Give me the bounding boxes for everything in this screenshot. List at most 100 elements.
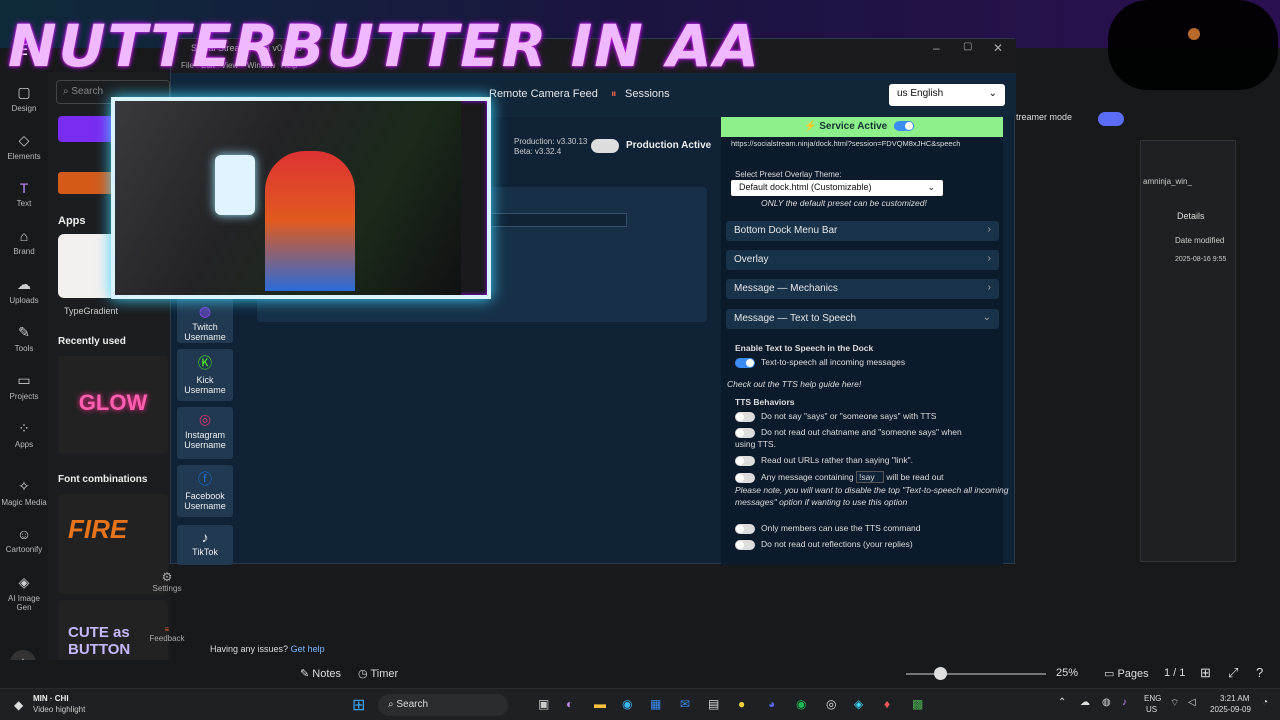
rail-apps[interactable]: ⁘ Apps xyxy=(0,420,48,449)
feedback-button[interactable]: ≡ Feedback xyxy=(148,625,186,643)
instagram-username-button[interactable]: ◎ Instagram Username xyxy=(177,407,233,459)
taskbar-search[interactable]: ⌕ Search xyxy=(378,694,508,716)
tab-remote-camera-feed[interactable]: Remote Camera Feed xyxy=(489,88,598,100)
browser-icon[interactable]: ◈ xyxy=(854,697,863,711)
file-explorer-icon[interactable]: ▬ xyxy=(594,697,606,711)
opt5-toggle[interactable] xyxy=(735,523,755,534)
spotify-icon[interactable]: ◉ xyxy=(796,697,806,711)
section-mechanics[interactable]: Message — Mechanics › xyxy=(726,279,999,299)
help-icon[interactable]: ? xyxy=(1256,665,1263,680)
details-button[interactable]: Details xyxy=(1177,211,1205,221)
twitch-username-button[interactable]: ◍ Twitch Username xyxy=(177,299,233,343)
fullscreen-icon[interactable]: ⤢ xyxy=(1228,665,1238,681)
tts-enable-toggle[interactable] xyxy=(735,357,755,368)
opt4-toggle[interactable] xyxy=(735,472,755,483)
opt3-toggle[interactable] xyxy=(735,455,755,466)
section-overlay[interactable]: Overlay › xyxy=(726,250,999,270)
webcam-overlay xyxy=(111,97,491,299)
production-toggle[interactable] xyxy=(591,139,619,153)
opt6-toggle[interactable] xyxy=(735,539,755,550)
chevron-down-icon: ⌄ xyxy=(982,312,991,323)
rail-ai-image-gen[interactable]: ◈ AI Image Gen xyxy=(0,574,48,612)
kick-username-button[interactable]: Ⓚ Kick Username xyxy=(177,349,233,401)
section-text-to-speech[interactable]: Message — Text to Speech ⌄ xyxy=(726,309,999,329)
app-icon[interactable]: ▤ xyxy=(708,697,719,711)
rail-text[interactable]: T Text xyxy=(0,180,48,208)
discord-icon[interactable]: ◕ xyxy=(768,697,775,711)
onedrive-icon[interactable]: ☁ xyxy=(1080,697,1090,708)
settings-button[interactable]: ⚙ Settings xyxy=(150,570,184,593)
explorer-search[interactable]: amninja_win_ xyxy=(1141,177,1237,191)
tray-app-icon[interactable]: ◆ xyxy=(14,698,23,712)
edge-icon[interactable]: ◉ xyxy=(622,697,632,711)
windows-start-icon[interactable]: ⊞ xyxy=(352,695,365,715)
font-combinations-heading: Font combinations xyxy=(58,474,148,485)
rail-elements[interactable]: ◇ Elements xyxy=(0,132,48,161)
preset-select[interactable]: Default dock.html (Customizable) ⌄ xyxy=(731,180,943,196)
copilot-icon[interactable]: ◐ xyxy=(566,697,573,711)
rail-tools[interactable]: ✎ Tools xyxy=(0,324,48,353)
obs-icon[interactable]: ◎ xyxy=(826,697,836,711)
pages-button[interactable]: ▭ Pages xyxy=(1104,667,1149,680)
recent-glow-thumb[interactable]: GLOW xyxy=(58,356,168,454)
tray-chevron-icon[interactable]: ⌃ xyxy=(1058,697,1066,708)
language-select[interactable]: us English ⌄ xyxy=(889,84,1005,106)
outlook-icon[interactable]: ✉ xyxy=(680,697,690,711)
design-icon: ▢ xyxy=(17,84,31,100)
tts-note-2: messages" option if wanting to use this … xyxy=(735,497,908,507)
minimize-icon[interactable]: – xyxy=(933,41,940,55)
tiktok-button[interactable]: ♪ TikTok xyxy=(177,525,233,565)
rail-cartoonify[interactable]: ☺ Cartoonify xyxy=(0,526,48,554)
app-icon-2[interactable]: ● xyxy=(738,697,745,711)
production-active-label: Production Active xyxy=(626,140,712,151)
mic-icon[interactable]: ♪ xyxy=(1122,697,1127,708)
tts-enable-row: Text-to-speech all incoming messages xyxy=(735,357,905,368)
get-help-link[interactable]: Get help xyxy=(291,644,325,654)
opt4-command-input[interactable]: !say xyxy=(856,471,884,483)
tts-enable-heading: Enable Text to Speech in the Dock xyxy=(735,343,874,353)
magic-media-icon: ✧ xyxy=(18,478,30,494)
service-active-banner[interactable]: ⚡ Service Active xyxy=(721,117,1003,137)
zoom-slider-handle[interactable] xyxy=(934,667,947,680)
task-view-icon[interactable]: ▣ xyxy=(538,697,549,711)
rail-projects[interactable]: ▭ Projects xyxy=(0,372,48,401)
tts-help-link[interactable]: Check out the TTS help guide here! xyxy=(727,379,861,389)
typegradient-app-thumb[interactable] xyxy=(58,234,118,298)
input-language[interactable]: ENG xyxy=(1144,694,1161,703)
notes-button[interactable]: ✎ Notes xyxy=(300,667,341,680)
maximize-icon[interactable]: ▢ xyxy=(963,41,972,52)
rail-uploads[interactable]: ☁ Uploads xyxy=(0,276,48,305)
clock-date[interactable]: 2025-09-09 xyxy=(1210,705,1251,714)
section-bottom-dock[interactable]: Bottom Dock Menu Bar › xyxy=(726,221,999,241)
opt1-toggle[interactable] xyxy=(735,411,755,422)
template-thumb[interactable] xyxy=(58,172,118,194)
rail-label: Cartoonify xyxy=(5,545,43,554)
pin-icon[interactable]: ♦ xyxy=(884,697,890,711)
notification-icon[interactable]: ◔ xyxy=(1262,697,1268,708)
streamer-mode-toggle[interactable] xyxy=(1098,112,1124,126)
close-icon[interactable]: ✕ xyxy=(993,41,1003,55)
grid-view-icon[interactable]: ⊞ xyxy=(1200,665,1211,681)
ssn-taskbar-icon[interactable]: ▩ xyxy=(912,697,923,711)
volume-icon[interactable]: ◁ xyxy=(1188,697,1196,708)
store-icon[interactable]: ▦ xyxy=(650,697,661,711)
facebook-username-button[interactable]: ⓕ Facebook Username xyxy=(177,465,233,517)
tts-opt2: Do not read out chatname and "someone sa… xyxy=(735,427,962,438)
rail-brand[interactable]: ⌂ Brand xyxy=(0,228,48,256)
rail-magic-media[interactable]: ✧ Magic Media xyxy=(0,478,48,507)
tab-sessions[interactable]: Sessions xyxy=(625,88,670,100)
uploads-icon: ☁ xyxy=(17,276,31,292)
rail-label: AI Image Gen xyxy=(7,594,40,612)
wifi-icon[interactable]: ⌔ xyxy=(1170,697,1179,710)
opt2-toggle[interactable] xyxy=(735,427,755,438)
rail-label: Projects xyxy=(9,392,39,401)
dock-url[interactable]: https://socialstream.ninja/dock.html?ses… xyxy=(731,139,960,148)
service-toggle[interactable] xyxy=(894,121,915,132)
tts-opt6: Do not read out reflections (your replie… xyxy=(735,539,913,550)
timer-button[interactable]: ◷ Timer xyxy=(358,667,398,680)
rail-design[interactable]: ▢ Design xyxy=(0,84,48,113)
zoom-slider[interactable] xyxy=(906,673,1046,675)
steam-icon[interactable]: ◍ xyxy=(1102,697,1111,708)
avatar[interactable] xyxy=(1188,28,1200,40)
clock-time[interactable]: 3:21 AM xyxy=(1220,694,1249,703)
